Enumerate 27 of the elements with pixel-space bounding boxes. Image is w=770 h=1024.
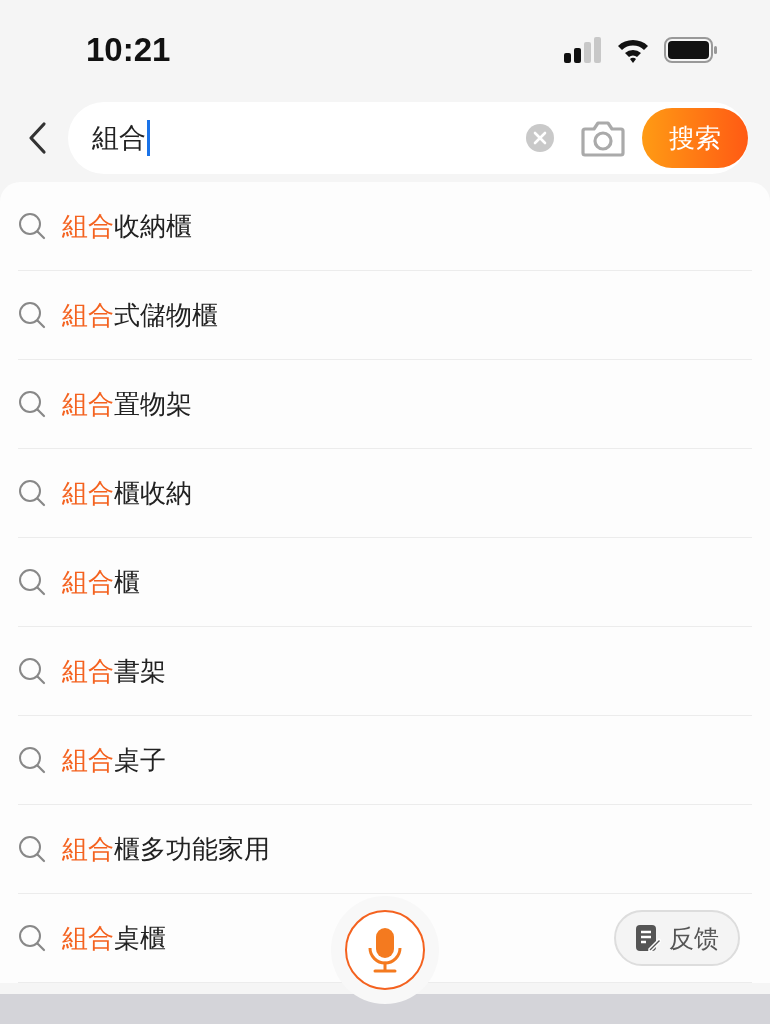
search-field[interactable]: 組合 [92,116,510,160]
suggestion-item[interactable]: 組合書架 [18,627,752,716]
status-time: 10:21 [86,31,171,69]
microphone-icon [366,926,404,974]
suggestion-item[interactable]: 組合櫃多功能家用 [18,805,752,894]
camera-button[interactable] [580,118,626,158]
signal-icon [564,37,602,63]
suggestion-item[interactable]: 組合桌子 [18,716,752,805]
note-edit-icon [635,924,661,952]
search-icon [18,835,46,863]
search-icon [18,657,46,685]
search-icon [18,212,46,240]
clear-button[interactable] [526,124,554,152]
wifi-icon [616,37,650,63]
suggestion-item[interactable]: 組合置物架 [18,360,752,449]
suggestion-item[interactable]: 組合櫃收納 [18,449,752,538]
search-icon [18,924,46,952]
suggestion-item[interactable]: 組合收納櫃 [18,182,752,271]
search-icon [18,568,46,596]
suggestion-item[interactable]: 組合櫃 [18,538,752,627]
search-icon [18,746,46,774]
search-icon [18,479,46,507]
search-icon [18,301,46,329]
battery-icon [664,37,718,63]
search-icon [18,390,46,418]
suggestion-item[interactable]: 組合式儲物櫃 [18,271,752,360]
feedback-button[interactable]: 反馈 [614,910,740,966]
